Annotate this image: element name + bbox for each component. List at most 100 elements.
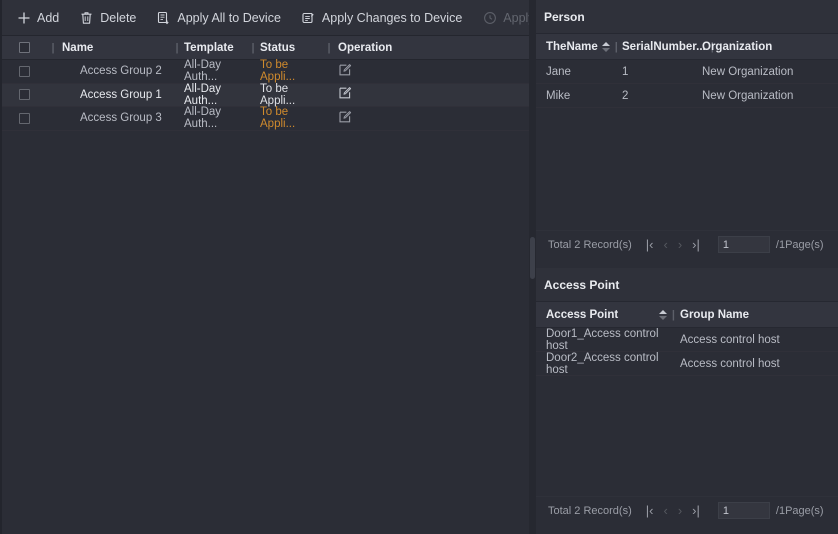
access-point-pagination: Total 2 Record(s) |‹ ‹ › ›| /1Page(s) <box>536 496 838 524</box>
header-divider: | <box>671 308 675 321</box>
table-header-row: | Name | Template | Status | Operation <box>2 36 532 60</box>
column-header-access-point[interactable]: Access Point | <box>546 309 680 321</box>
cell-template: All-Day Auth... <box>184 82 222 107</box>
select-all-checkbox[interactable] <box>18 42 30 53</box>
panel-splitter[interactable] <box>529 0 536 534</box>
table-row[interactable]: Door1_Access control host Access control… <box>536 328 838 352</box>
apply-changes-icon <box>301 10 316 25</box>
apply-changes-to-device-button[interactable]: Apply Changes to Device <box>299 5 472 31</box>
edit-icon[interactable] <box>338 63 352 77</box>
access-group-panel: Add Delete Apply All to Device Apply Cha… <box>0 0 590 534</box>
cell-person-name: Mike <box>546 89 571 102</box>
access-point-pagination-nav: |‹ ‹ › ›| <box>646 504 700 517</box>
last-page-button[interactable]: ›| <box>692 504 700 517</box>
select-all-checkbox-cell[interactable] <box>2 42 46 53</box>
cell-status: To be Appli... <box>260 59 296 84</box>
plus-icon <box>16 10 31 25</box>
cell-group-name: Access control host <box>680 333 780 346</box>
cell-operation <box>336 86 416 103</box>
cell-name: Access Group 3 <box>80 112 162 125</box>
first-page-button[interactable]: |‹ <box>646 504 654 517</box>
table-row[interactable]: Jane 1 New Organization <box>536 60 838 84</box>
access-group-table: | Name | Template | Status | Operation A… <box>2 36 532 131</box>
person-page-input[interactable] <box>717 236 770 253</box>
person-table-header-row: TheName | SerialNumber... | Organization <box>536 34 838 60</box>
add-button[interactable]: Add <box>14 5 69 31</box>
person-section-title: Person <box>536 0 838 34</box>
column-header-operation[interactable]: Operation <box>336 42 416 54</box>
table-row[interactable]: Mike 2 New Organization <box>536 84 838 108</box>
person-total-pages: /1Page(s) <box>775 238 824 251</box>
cell-person-organization: New Organization <box>702 65 794 78</box>
add-button-label: Add <box>37 10 60 25</box>
cell-access-point: Door1_Access control host <box>546 327 659 352</box>
cell-group-name: Access control host <box>680 357 780 370</box>
cell-template: All-Day Auth... <box>184 59 222 84</box>
cell-access-point: Door2_Access control host <box>546 351 659 376</box>
row-checkbox-cell[interactable] <box>2 65 46 77</box>
person-pagination-nav: |‹ ‹ › ›| <box>646 238 700 251</box>
column-header-organization[interactable]: Organization <box>702 41 822 53</box>
delete-button-label: Delete <box>100 10 137 25</box>
person-table: TheName | SerialNumber... | Organization … <box>536 34 838 108</box>
sort-arrows-icon[interactable] <box>658 309 667 320</box>
splitter-handle[interactable] <box>530 237 535 279</box>
column-header-serialnumber[interactable]: SerialNumber... | <box>622 41 714 53</box>
edit-icon[interactable] <box>338 86 352 100</box>
cell-status: To be Appli... <box>260 106 296 131</box>
cell-person-organization: New Organization <box>702 89 794 102</box>
toolbar: Add Delete Apply All to Device Apply Cha… <box>2 0 590 36</box>
access-point-table: Access Point | Group Name Door1_Access c… <box>536 302 838 376</box>
cell-person-serial: 2 <box>622 89 629 102</box>
cell-template: All-Day Auth... <box>184 106 222 131</box>
table-row[interactable]: Access Group 1 All-Day Auth... To be App… <box>2 82 532 107</box>
row-checkbox[interactable] <box>18 89 30 101</box>
row-checkbox[interactable] <box>18 65 30 77</box>
header-divider: | <box>251 41 255 54</box>
row-checkbox[interactable] <box>18 112 30 124</box>
column-header-thename[interactable]: TheName | <box>546 41 622 53</box>
edit-icon[interactable] <box>338 110 352 124</box>
access-group-management-window: Add Delete Apply All to Device Apply Cha… <box>0 0 838 534</box>
header-divider: | <box>614 40 618 53</box>
access-point-section-title: Access Point <box>536 268 838 302</box>
delete-button[interactable]: Delete <box>77 5 146 31</box>
sort-arrows-icon[interactable] <box>601 41 610 52</box>
cell-person-name: Jane <box>546 65 571 78</box>
cell-name: Access Group 1 <box>80 88 162 101</box>
next-page-button[interactable]: › <box>678 504 682 517</box>
last-page-button[interactable]: ›| <box>692 238 700 251</box>
header-divider: | <box>51 41 55 54</box>
cell-person-serial: 1 <box>622 65 629 78</box>
trash-icon <box>79 10 94 25</box>
prev-page-button[interactable]: ‹ <box>663 238 667 251</box>
table-row[interactable]: Access Group 2 All-Day Auth... To be App… <box>2 59 532 84</box>
column-header-template[interactable]: Template <box>184 42 246 54</box>
column-header-name[interactable]: Name <box>60 42 170 54</box>
header-divider: | <box>327 41 331 54</box>
cell-status: To be Appli... <box>260 82 296 107</box>
column-header-group-name[interactable]: Group Name <box>680 309 830 321</box>
apply-all-icon <box>156 10 171 25</box>
first-page-button[interactable]: |‹ <box>646 238 654 251</box>
cell-operation <box>336 63 416 80</box>
row-checkbox-cell[interactable] <box>2 112 46 124</box>
table-row[interactable]: Access Group 3 All-Day Auth... To be App… <box>2 106 532 131</box>
column-header-serialnumber-label: SerialNumber... <box>622 40 706 53</box>
person-record-count: Total 2 Record(s) <box>548 238 632 251</box>
clock-icon <box>482 10 497 25</box>
prev-page-button[interactable]: ‹ <box>663 504 667 517</box>
access-point-record-count: Total 2 Record(s) <box>548 504 632 517</box>
cell-operation <box>336 110 416 127</box>
access-point-page-input[interactable] <box>717 502 770 519</box>
apply-all-to-device-button[interactable]: Apply All to Device <box>154 5 291 31</box>
access-point-total-pages: /1Page(s) <box>775 504 824 517</box>
apply-all-to-device-label: Apply All to Device <box>177 10 281 25</box>
row-checkbox-cell[interactable] <box>2 89 46 101</box>
cell-name: Access Group 2 <box>80 65 162 78</box>
header-divider: | <box>175 41 179 54</box>
column-header-status[interactable]: Status <box>260 42 322 54</box>
next-page-button[interactable]: › <box>678 238 682 251</box>
table-row[interactable]: Door2_Access control host Access control… <box>536 352 838 376</box>
details-panel: Person TheName | SerialNumber... | Organi… <box>536 0 838 534</box>
